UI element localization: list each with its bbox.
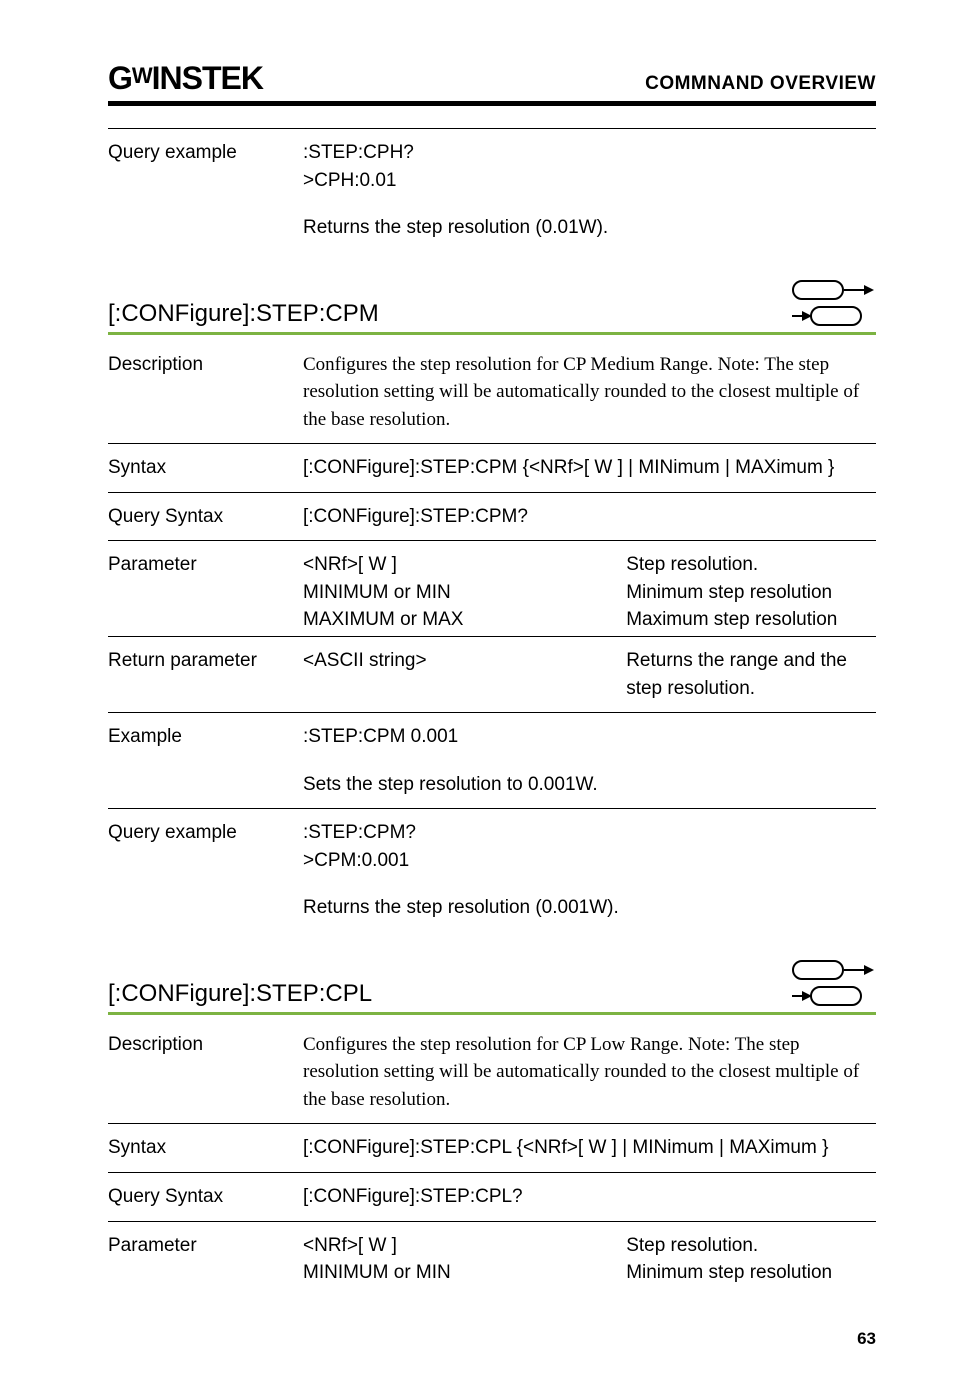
cpl-param-min: MINIMUM or MIN <box>303 1259 626 1287</box>
cpm-param-max: MAXIMUM or MAX <box>303 606 626 634</box>
query-example-line2: >CPH:0.01 <box>303 167 870 195</box>
cpm-param-nrf-desc: Step resolution. <box>626 551 870 579</box>
cpl-description-text: Configures the step resolution for CP Lo… <box>303 1021 876 1124</box>
header-rule <box>108 101 876 106</box>
set-icon-cpl <box>792 960 872 980</box>
set-query-icon-cpl <box>792 960 876 1008</box>
cpm-param-min: MINIMUM or MIN <box>303 579 626 607</box>
logo-g: G <box>108 60 132 97</box>
cpm-description-text: Configures the step resolution for CP Me… <box>303 341 876 444</box>
query-example-value: :STEP:CPH? >CPH:0.01 <box>303 129 876 205</box>
section-cpm-title-row: [:CONFigure]:STEP:CPM <box>108 280 876 335</box>
cpm-syntax-label: Syntax <box>108 444 303 493</box>
cpl-param-nrf-desc: Step resolution. <box>626 1232 870 1260</box>
cpm-param-nrf: <NRf>[ W ] <box>303 551 626 579</box>
cpm-param-max-desc: Maximum step resolution <box>626 606 870 634</box>
logo: GWINSTEK <box>108 60 263 97</box>
cpm-example-label: Example <box>108 713 303 761</box>
page-number: 63 <box>108 1329 876 1349</box>
set-icon <box>792 280 872 300</box>
cpl-param-min-desc: Minimum step resolution <box>626 1259 870 1287</box>
cpm-example-text: :STEP:CPM 0.001 <box>303 713 876 761</box>
set-query-icon <box>792 280 876 328</box>
cpm-return-param-val: <ASCII string> <box>303 647 626 702</box>
cpm-return-param-desc: Returns the range and the step resolutio… <box>626 647 870 702</box>
cpl-syntax-text: [:CONFigure]:STEP:CPL {<NRf>[ W ] | MINi… <box>303 1124 876 1173</box>
section-cpm-title: [:CONFigure]:STEP:CPM <box>108 300 379 328</box>
cpm-returns-text: Returns the step resolution (0.001W). <box>303 884 876 932</box>
section-cpl-title: [:CONFigure]:STEP:CPL <box>108 980 372 1008</box>
cpl-param-nrf: <NRf>[ W ] <box>303 1232 626 1260</box>
cpm-query-syntax-text: [:CONFigure]:STEP:CPM? <box>303 492 876 541</box>
cpl-query-syntax-text: [:CONFigure]:STEP:CPL? <box>303 1173 876 1222</box>
cpm-query-example-label: Query example <box>108 809 303 885</box>
query-example-line1: :STEP:CPH? <box>303 139 870 167</box>
logo-suffix: INSTEK <box>152 60 263 97</box>
logo-w: W <box>132 63 152 89</box>
breadcrumb: COMMNAND OVERVIEW <box>645 73 876 95</box>
cpl-table: Description Configures the step resoluti… <box>108 1021 876 1289</box>
cpm-table: Description Configures the step resoluti… <box>108 341 876 932</box>
cpm-example-desc: Sets the step resolution to 0.001W. <box>303 761 876 809</box>
cpl-description-label: Description <box>108 1021 303 1124</box>
cpm-query-example-line1: :STEP:CPM? <box>303 819 870 847</box>
page-header: GWINSTEK COMMNAND OVERVIEW <box>108 60 876 97</box>
cpm-parameter-label: Parameter <box>108 541 303 637</box>
cpm-query-example-line2: >CPM:0.001 <box>303 847 870 875</box>
cpl-query-syntax-label: Query Syntax <box>108 1173 303 1222</box>
query-icon-cpl <box>792 986 872 1006</box>
query-icon <box>792 306 872 326</box>
cpl-parameter-label: Parameter <box>108 1221 303 1289</box>
cpm-return-param-label: Return parameter <box>108 637 303 713</box>
cpm-description-label: Description <box>108 341 303 444</box>
cpl-syntax-label: Syntax <box>108 1124 303 1173</box>
cpm-syntax-text: [:CONFigure]:STEP:CPM {<NRf>[ W ] | MINi… <box>303 444 876 493</box>
section-cpl-title-row: [:CONFigure]:STEP:CPL <box>108 960 876 1015</box>
top-query-table: Query example :STEP:CPH? >CPH:0.01 Retur… <box>108 128 876 252</box>
cpm-query-syntax-label: Query Syntax <box>108 492 303 541</box>
query-example-returns: Returns the step resolution (0.01W). <box>303 204 876 252</box>
cpm-param-min-desc: Minimum step resolution <box>626 579 870 607</box>
query-example-label: Query example <box>108 129 303 205</box>
